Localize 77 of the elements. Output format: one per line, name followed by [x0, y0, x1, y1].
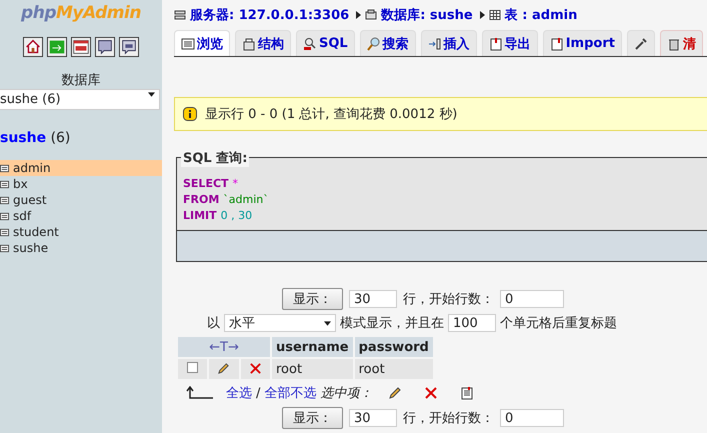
panel-legend: SQL 查询:	[181, 149, 250, 167]
tab[interactable]: SQL	[296, 30, 355, 56]
table-icon	[0, 164, 9, 172]
separator-text: /	[256, 386, 260, 400]
table-item[interactable]: guest	[0, 192, 162, 208]
info-icon	[183, 107, 197, 121]
table-icon	[488, 9, 501, 21]
table-cell: root	[354, 359, 433, 379]
rows-field[interactable]: 30	[349, 409, 397, 427]
server-icon	[174, 9, 186, 21]
tab[interactable]: 导出	[482, 30, 538, 56]
tab[interactable]: 浏览	[174, 30, 230, 56]
table-item[interactable]: sushe	[0, 240, 162, 256]
exit-icon[interactable]	[47, 37, 67, 57]
column-header[interactable]: username	[272, 337, 353, 357]
rows-field[interactable]: 30	[349, 290, 397, 308]
breadcrumb-link[interactable]: 服务器: 127.0.0.1:3306	[190, 6, 350, 24]
database-select[interactable]: sushe (6)	[0, 89, 160, 110]
table-icon	[0, 228, 9, 236]
chevron-icon	[480, 11, 485, 19]
table-icon	[0, 244, 9, 252]
mode-prefix: 以	[207, 315, 220, 332]
mode-select[interactable]: 水平	[224, 314, 336, 332]
with-selected-label: 选中项：	[320, 385, 372, 402]
repeat-field[interactable]: 100	[448, 314, 496, 332]
mode-label: 模式显示，并且在	[340, 315, 444, 332]
table-icon	[0, 196, 9, 204]
notice-text: 显示行 0 - 0 (1 总计, 查询花费 0.0012 秒)	[205, 106, 458, 123]
chevron-icon	[356, 11, 362, 19]
breadcrumb-link[interactable]: 表 : admin	[504, 6, 578, 24]
dropdown-caret-icon	[148, 92, 155, 97]
tab[interactable]: 结构	[235, 30, 291, 56]
search-icon	[366, 36, 381, 50]
column-header[interactable]: password	[354, 337, 433, 357]
tab[interactable]: 插入	[420, 30, 477, 56]
column-toggle[interactable]: ←T→	[178, 337, 270, 357]
home-icon[interactable]	[23, 37, 43, 57]
table-icon	[0, 180, 9, 188]
row-checkbox[interactable]	[187, 362, 198, 372]
wrench-icon	[634, 36, 648, 50]
table-item[interactable]: student	[0, 224, 162, 240]
pencil-icon[interactable]	[217, 362, 230, 376]
database-name[interactable]: sushe	[0, 130, 46, 146]
tab[interactable]: 搜索	[360, 30, 416, 56]
table-item[interactable]: admin	[0, 160, 162, 176]
rows-label: 行，开始行数：	[403, 410, 494, 427]
magnifier-icon	[303, 36, 317, 50]
table-item[interactable]: sdf	[0, 208, 162, 224]
help-icon[interactable]	[95, 37, 115, 57]
show-button[interactable]: 显示：	[282, 407, 343, 429]
table-cell: root	[272, 359, 353, 379]
breadcrumb-link[interactable]: 数据库: sushe	[381, 6, 473, 24]
sql-line: FROM `admin`	[183, 192, 270, 208]
start-row-field[interactable]: 0	[500, 409, 564, 427]
list-icon	[181, 36, 195, 50]
show-button[interactable]: 显示：	[282, 288, 343, 310]
check-all-link[interactable]: 全选	[226, 384, 252, 402]
tab[interactable]: Import	[542, 30, 622, 56]
table-item[interactable]: bx	[0, 176, 162, 192]
sql-line: SELECT *	[183, 176, 240, 192]
repeat-label: 个单元格后重复标题	[500, 315, 617, 332]
start-row-field[interactable]: 0	[500, 290, 564, 308]
tab[interactable]: 清	[660, 30, 703, 56]
database-icon	[365, 9, 378, 21]
uncheck-all-link[interactable]: 全部不选	[264, 384, 316, 402]
rows-label: 行，开始行数：	[403, 291, 494, 308]
table-icon	[0, 212, 9, 220]
delete-icon[interactable]	[424, 386, 438, 400]
database-label: 数据库	[60, 72, 102, 89]
tab[interactable]	[626, 30, 655, 56]
delete-icon[interactable]	[248, 362, 262, 376]
insert-arrow-icon	[428, 36, 442, 50]
table-count: (6)	[50, 130, 70, 146]
sql-line: LIMIT 0 , 30	[183, 208, 254, 224]
dropdown-caret-icon	[324, 320, 331, 326]
corner-arrow-icon	[186, 386, 214, 400]
pencil-icon[interactable]	[388, 386, 402, 400]
